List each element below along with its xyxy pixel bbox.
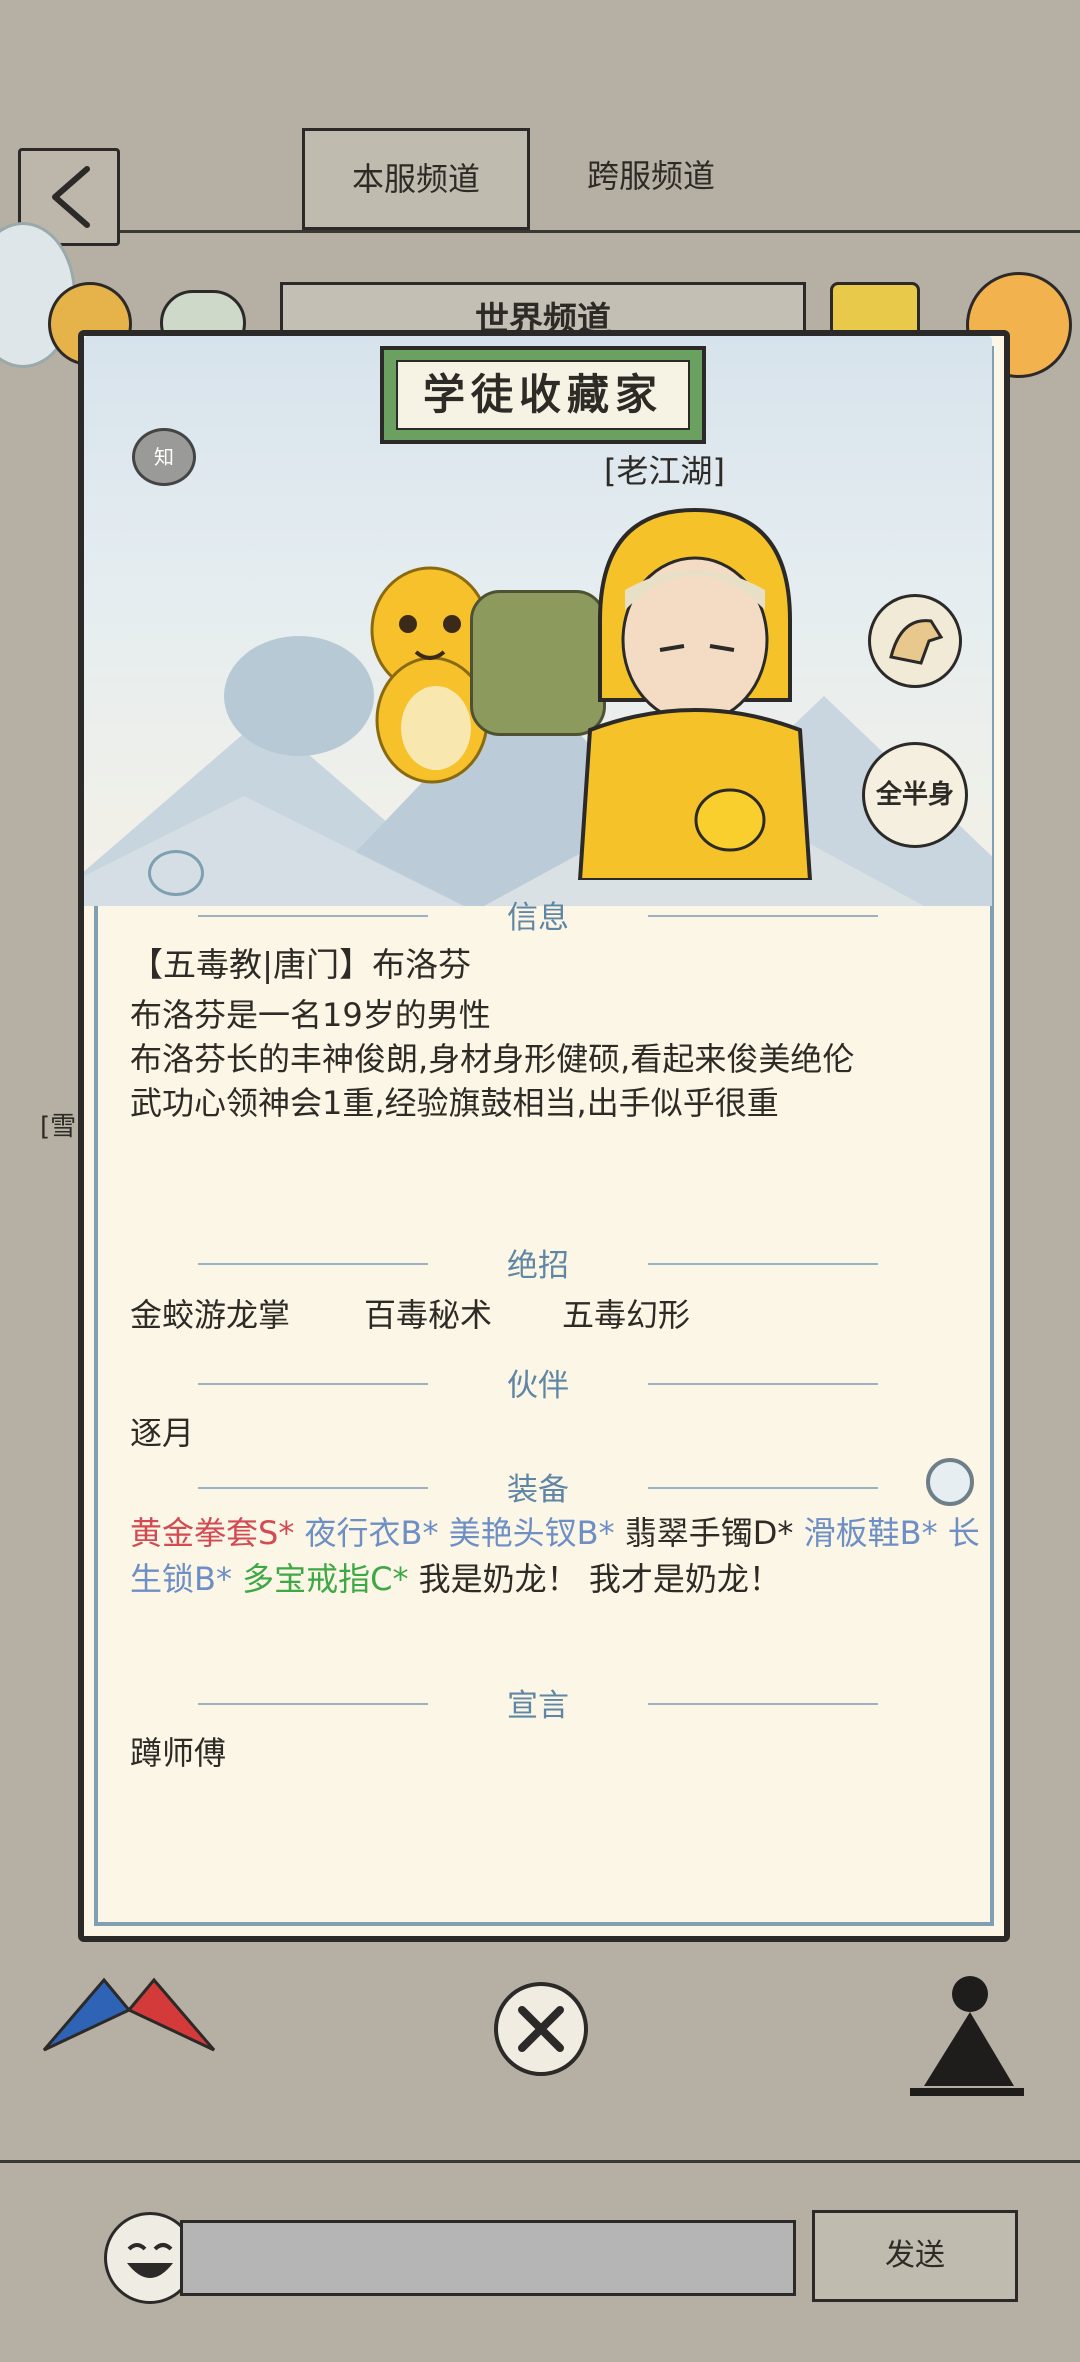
top-strip [0, 0, 1080, 120]
info-badge-label: 知 [154, 445, 174, 469]
manifesto-text: 蹲师傅 [130, 1734, 227, 1772]
full-half-label: 全半身 [875, 780, 954, 810]
card-title: 学徒收藏家 [396, 360, 690, 430]
info-line-3: 布洛芬长的丰神俊朗,身材身形健硕,看起来俊美绝伦 [130, 1040, 855, 1078]
section-manifesto-title: 宣言 [507, 1688, 569, 1724]
skill-1: 金蛟游龙掌 [130, 1296, 291, 1334]
equip-item[interactable]: 我是奶龙！ [419, 1560, 579, 1598]
section-skills: 绝招 [78, 1240, 998, 1285]
section-equipment: 装备 [78, 1464, 998, 1509]
info-line-2: 布洛芬是一名19岁的男性 [130, 996, 491, 1034]
equip-item[interactable]: 黄金拳套S* [130, 1514, 294, 1552]
chat-input[interactable] [180, 2220, 796, 2296]
equipment-list: 黄金拳套S* 夜行衣B* 美艳头钗B* 翡翠手镯D* 滑板鞋B* 长生锁B* 多… [130, 1510, 980, 1602]
magnifier-icon[interactable] [926, 1458, 974, 1506]
header-divider [120, 230, 1080, 233]
section-info: 信息 [78, 892, 998, 937]
mount-horse-icon[interactable] [868, 594, 962, 688]
bottom-divider [0, 2160, 1080, 2163]
section-partner-title: 伙伴 [507, 1368, 569, 1404]
title-plate: 学徒收藏家 [380, 346, 706, 444]
section-skills-title: 绝招 [507, 1248, 569, 1284]
side-peek-text: [雪 [40, 1112, 77, 1142]
equip-item[interactable]: 滑板鞋B* [804, 1514, 938, 1552]
equip-item[interactable]: 夜行衣B* [305, 1514, 439, 1552]
full-half-body-toggle[interactable]: 全半身 [862, 742, 968, 848]
equip-item[interactable]: 翡翠手镯D* [625, 1514, 794, 1552]
send-button[interactable]: 发送 [812, 2210, 1018, 2302]
info-line-1: 【五毒教|唐门】布洛芬 [130, 945, 472, 984]
pvp-duel-icon[interactable] [34, 1960, 224, 2070]
section-partner: 伙伴 [78, 1360, 998, 1405]
info-line-4: 武功心领神会1重,经验旗鼓相当,出手似乎很重 [130, 1084, 779, 1122]
close-icon[interactable] [494, 1982, 588, 2076]
tab-server-channel[interactable]: 本服频道 [302, 128, 530, 230]
equip-item[interactable]: 多宝戒指C* [242, 1560, 408, 1598]
section-equipment-title: 装备 [507, 1472, 569, 1508]
equip-item[interactable]: 我才是奶龙！ [589, 1560, 781, 1598]
rank-label: [老江湖] [604, 452, 725, 490]
section-info-title: 信息 [507, 900, 569, 936]
meditate-icon[interactable] [904, 1968, 1030, 2104]
character-portrait [570, 500, 820, 882]
equip-item[interactable]: 美艳头钗B* [449, 1514, 615, 1552]
cloud-swirl-icon [148, 850, 204, 896]
tab-cross-server-channel[interactable]: 跨服频道 [540, 128, 762, 224]
info-badge-icon[interactable]: 知 [132, 428, 196, 486]
skill-3: 五毒幻形 [562, 1296, 691, 1334]
section-manifesto: 宣言 [78, 1680, 998, 1725]
skill-2: 百毒秘术 [364, 1296, 493, 1334]
partner-name: 逐月 [130, 1414, 195, 1452]
